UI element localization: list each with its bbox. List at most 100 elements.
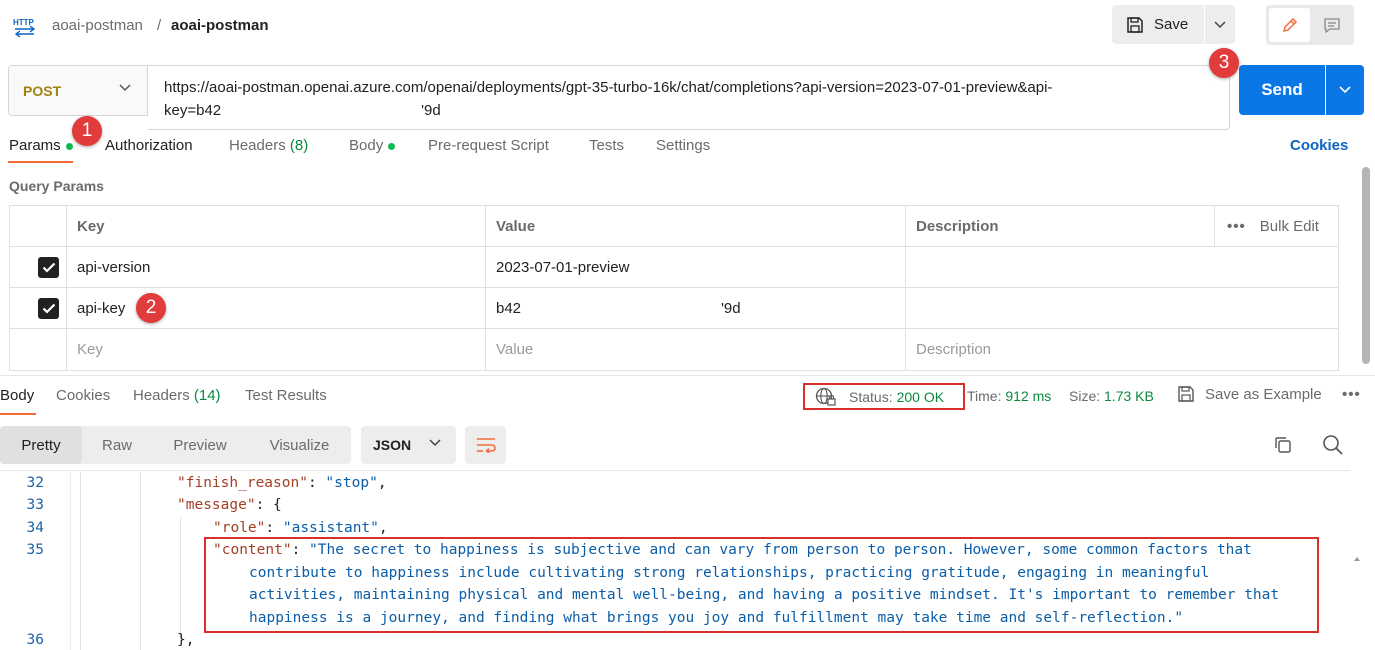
active-response-tab-indicator	[0, 413, 36, 415]
more-options-icon[interactable]: •••	[1227, 218, 1246, 235]
bulk-edit-button[interactable]: ••• Bulk Edit	[1214, 206, 1338, 247]
json-punct: : {	[255, 497, 282, 513]
chevron-down-icon	[119, 84, 131, 92]
response-tab-test-results[interactable]: Test Results	[245, 387, 327, 404]
code-line: },	[177, 632, 195, 648]
json-key: "finish_reason"	[177, 475, 308, 491]
method-select[interactable]: POST	[8, 65, 148, 116]
status-label: Status:	[849, 388, 893, 405]
new-key-input[interactable]: Key	[67, 329, 486, 370]
save-label: Save	[1154, 16, 1189, 33]
response-size[interactable]: Size: 1.73 KB	[1069, 388, 1154, 404]
response-headers-count: (14)	[193, 387, 221, 404]
query-params-title: Query Params	[9, 178, 104, 194]
save-options-button[interactable]	[1205, 5, 1235, 44]
breadcrumb-request-name[interactable]: aoai-postman	[171, 17, 269, 34]
table-header-row: Key Value Description ••• Bulk Edit	[10, 206, 1338, 247]
tab-body[interactable]: Body	[349, 137, 396, 154]
response-tab-headers[interactable]: Headers (14)	[133, 387, 221, 404]
size-label: Size:	[1069, 388, 1101, 404]
edit-mode-button[interactable]	[1269, 8, 1310, 42]
status-value[interactable]: 200 OK	[897, 389, 944, 405]
url-line-1: https://aoai-postman.openai.azure.com/op…	[164, 79, 1053, 96]
view-visualize[interactable]: Visualize	[248, 426, 351, 464]
tab-params-label: Params	[9, 137, 61, 154]
param-key[interactable]: api-key	[67, 288, 486, 329]
breadcrumb-separator: /	[157, 17, 162, 34]
param-value[interactable]: 2023-07-01-preview	[486, 247, 906, 288]
tab-authorization[interactable]: Authorization	[105, 137, 193, 154]
row-checkbox[interactable]	[38, 257, 59, 278]
mode-toggle	[1266, 5, 1354, 45]
new-value-input[interactable]: Value	[486, 329, 906, 370]
send-options-button[interactable]	[1326, 65, 1364, 115]
comment-mode-button[interactable]	[1313, 8, 1351, 42]
active-tab-indicator	[8, 161, 73, 163]
view-raw[interactable]: Raw	[82, 426, 152, 464]
breadcrumb-collection[interactable]: aoai-postman	[52, 17, 143, 34]
code-top-border	[0, 470, 1350, 471]
response-tab-cookies[interactable]: Cookies	[56, 387, 110, 404]
response-time[interactable]: Time: 912 ms	[967, 388, 1051, 404]
row-checkbox-cell	[10, 288, 67, 329]
param-description[interactable]	[906, 247, 1338, 288]
tab-tests[interactable]: Tests	[589, 137, 624, 154]
tab-body-label: Body	[349, 137, 384, 154]
row-checkbox[interactable]	[38, 298, 59, 319]
code-line: "role": "assistant",	[213, 520, 388, 536]
indent-guide	[180, 517, 181, 641]
chevron-down-icon	[1214, 20, 1226, 28]
line-number: 34	[26, 520, 44, 536]
new-description-input[interactable]: Description	[906, 329, 1338, 370]
save-button[interactable]: Save	[1112, 5, 1204, 44]
pane-divider[interactable]	[0, 375, 1375, 376]
code-line: "finish_reason": "stop",	[177, 475, 387, 491]
json-string: "assistant"	[282, 520, 379, 536]
globe-lock-icon	[815, 387, 836, 406]
response-tab-headers-label: Headers	[133, 387, 190, 404]
send-button[interactable]: Send	[1239, 65, 1325, 115]
param-value[interactable]: b42 '9d	[486, 288, 906, 329]
tab-settings[interactable]: Settings	[656, 137, 710, 154]
key-column-header: Key	[67, 206, 486, 247]
param-description[interactable]	[906, 288, 1338, 329]
url-line-2: key=b42 '9d	[164, 102, 441, 119]
tab-prerequest-script[interactable]: Pre-request Script	[428, 137, 549, 154]
response-format-select[interactable]: JSON	[361, 426, 456, 464]
copy-icon[interactable]	[1273, 435, 1293, 455]
time-value: 912 ms	[1005, 388, 1052, 404]
response-tab-body[interactable]: Body	[0, 387, 34, 404]
view-pretty[interactable]: Pretty	[0, 426, 82, 464]
content-highlight	[204, 537, 1319, 633]
description-column-header: Description	[916, 218, 999, 235]
line-number: 32	[26, 475, 44, 491]
cookies-link[interactable]: Cookies	[1290, 137, 1348, 154]
json-punct: :	[265, 520, 283, 536]
save-as-example-button[interactable]: Save as Example	[1177, 385, 1322, 403]
wrap-lines-button[interactable]	[465, 426, 506, 464]
url-input[interactable]: https://aoai-postman.openai.azure.com/op…	[148, 65, 1230, 130]
tab-params[interactable]: Params	[9, 137, 73, 154]
indent-guide	[80, 472, 81, 650]
tab-headers[interactable]: Headers (8)	[229, 137, 308, 154]
query-params-table: Key Value Description ••• Bulk Edit api-…	[9, 205, 1339, 371]
request-header: HTTP aoai-postman / aoai-postman Save	[0, 0, 1375, 52]
json-key: "message"	[177, 497, 256, 513]
json-string: "stop"	[325, 475, 378, 491]
json-key: "role"	[213, 520, 266, 536]
search-icon[interactable]	[1322, 434, 1344, 456]
active-dot	[388, 142, 396, 150]
view-preview[interactable]: Preview	[152, 426, 248, 464]
request-pane-scrollbar[interactable]	[1362, 167, 1370, 364]
response-more-options-icon[interactable]: •••	[1342, 386, 1361, 403]
save-icon	[1127, 16, 1143, 33]
status-highlight: Status: 200 OK	[803, 383, 965, 410]
row-checkbox-cell	[10, 247, 67, 288]
code-scroll-up-arrow-icon[interactable]	[1352, 468, 1362, 650]
indent-guide	[140, 472, 141, 650]
row-checkbox-cell	[10, 329, 67, 370]
save-as-example-label: Save as Example	[1205, 385, 1322, 403]
param-key[interactable]: api-version	[67, 247, 486, 288]
active-dot	[65, 142, 73, 150]
annotation-marker-3: 3	[1209, 48, 1239, 78]
